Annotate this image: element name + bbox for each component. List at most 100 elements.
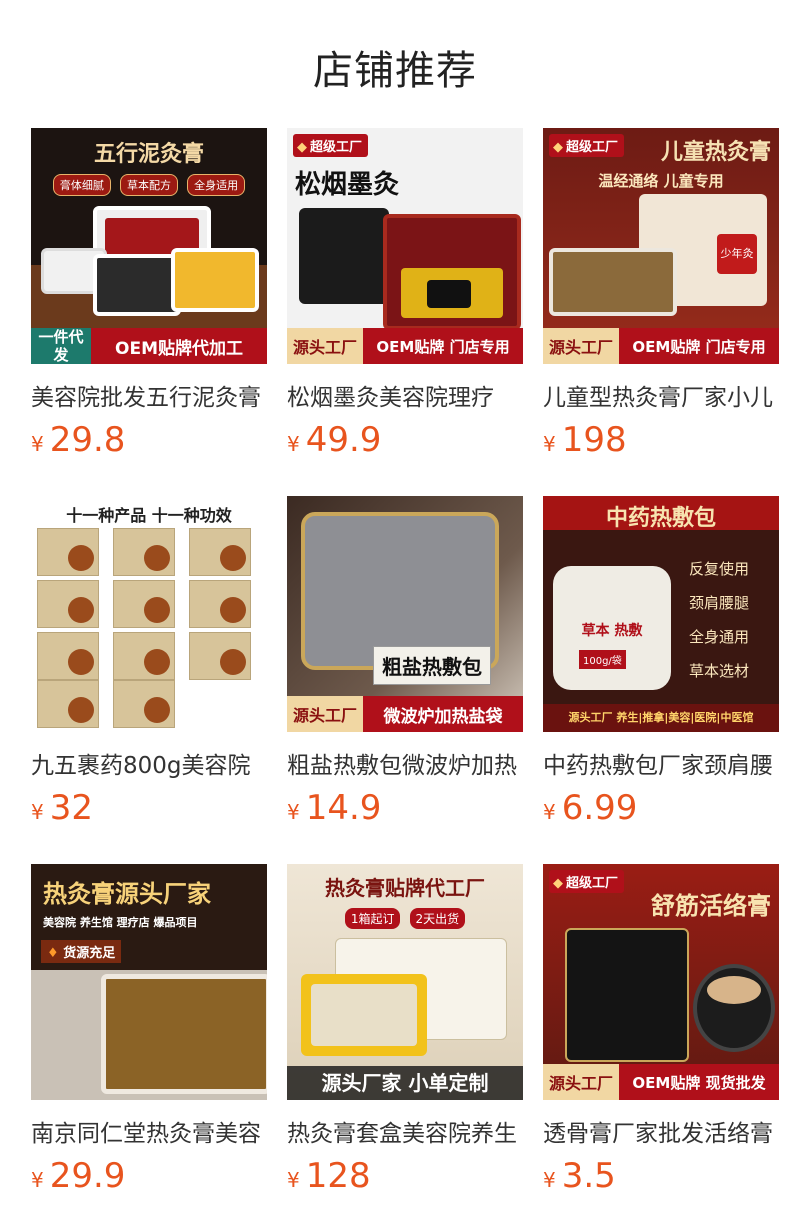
diamond-icon: ◆ [553, 876, 563, 891]
image-headline: 儿童热灸膏 [660, 139, 771, 165]
product-name[interactable]: 热灸膏套盒美容院养生 [287, 1114, 523, 1148]
image-headline: 舒筋活络膏 [651, 891, 771, 920]
product-image[interactable]: 中药热敷包 草本 热敷 100g/袋 反复使用 颈肩腰腿 全身通用 草本选材 源… [543, 496, 779, 732]
currency-symbol: ¥ [287, 1168, 300, 1192]
product-card[interactable]: 粗盐热敷包 源头工厂 微波炉加热盐袋 粗盐热敷包微波炉加热 ¥14.9 [287, 496, 523, 828]
price-value: 128 [305, 1156, 371, 1196]
herb-bag-illustration: 草本 热敷 100g/袋 [553, 566, 671, 690]
image-banner-text: OEM贴牌代加工 [91, 328, 267, 364]
product-price: ¥14.9 [287, 788, 523, 828]
image-headline: 热灸膏源头厂家 [43, 879, 211, 908]
image-tags: 膏体细腻 草本配方 全身适用 [31, 174, 267, 196]
image-banner: 源头工厂 OEM贴牌 门店专用 [287, 328, 523, 364]
image-headline: 热灸膏贴牌代工厂 [325, 876, 485, 900]
product-image[interactable]: 十一种产品 十一种功效 [31, 496, 267, 732]
product-name[interactable]: 中药热敷包厂家颈肩腰 [543, 746, 779, 780]
paste-tray-illustration [101, 974, 267, 1094]
product-card[interactable]: ◆ 超级工厂 儿童热灸膏 温经通络 儿童专用 少年灸 源头工厂 OEM贴牌 门店专… [543, 128, 779, 460]
diamond-icon: ◆ [297, 140, 307, 155]
product-name[interactable]: 粗盐热敷包微波炉加热 [287, 746, 523, 780]
product-price: ¥29.8 [31, 420, 267, 460]
image-tag: ♦ 货源充足 [41, 940, 122, 963]
product-card[interactable]: 热灸膏贴牌代工厂 1箱起订 2天出货 源头厂家 小单定制 热灸膏套盒美容院养生 … [287, 864, 523, 1196]
image-corner-badge: 一件代发 [31, 328, 91, 364]
image-headline: 中药热敷包 [605, 505, 716, 531]
product-name[interactable]: 美容院批发五行泥灸膏 [31, 378, 267, 412]
image-banner: 源头工厂 OEM贴牌 现货批发 [543, 1064, 779, 1100]
product-card[interactable]: ◆ 超级工厂 舒筋活络膏 源头工厂 OEM贴牌 现货批发 透骨膏厂家批发活络膏 ¥… [543, 864, 779, 1196]
price-value: 32 [49, 788, 93, 828]
price-value: 29.8 [49, 420, 126, 460]
tray-illustration [301, 974, 427, 1056]
currency-symbol: ¥ [287, 800, 300, 824]
image-banner-right: 微波炉加热盐袋 [363, 696, 523, 732]
product-image[interactable]: 粗盐热敷包 源头工厂 微波炉加热盐袋 [287, 496, 523, 732]
diamond-icon: ◆ [553, 140, 563, 155]
currency-symbol: ¥ [31, 800, 44, 824]
image-banner-left: 源头工厂 [543, 328, 620, 364]
super-factory-badge: ◆ 超级工厂 [293, 134, 369, 157]
image-banner-left: 源头工厂 [543, 1064, 620, 1100]
product-price: ¥29.9 [31, 1156, 267, 1196]
jar-illustration [693, 964, 775, 1052]
image-banner: 源头工厂 OEM贴牌 门店专用 [543, 328, 779, 364]
price-value: 14.9 [305, 788, 382, 828]
image-headline: 松烟墨灸 [295, 170, 400, 200]
store-recommendation-page: 店铺推荐 五行泥灸膏 膏体细腻 草本配方 全身适用 一件代发 OEM贴牌代加工 … [0, 0, 790, 1232]
currency-symbol: ¥ [543, 800, 556, 824]
feature-item: 颈肩腰腿 [689, 594, 750, 612]
image-tags: 1箱起订 2天出货 [287, 908, 523, 929]
image-overlay-text: 粗盐热敷包 [373, 646, 491, 685]
image-banner: 源头工厂 微波炉加热盐袋 [287, 696, 523, 732]
currency-symbol: ¥ [31, 1168, 44, 1192]
image-banner-left: 源头工厂 [287, 328, 364, 364]
super-factory-label: 超级工厂 [566, 876, 619, 891]
currency-symbol: ¥ [543, 1168, 556, 1192]
image-banner-right: OEM贴牌 门店专用 [363, 328, 523, 364]
product-price: ¥6.99 [543, 788, 779, 828]
ink-block-illustration [299, 208, 389, 304]
image-headline: 十一种产品 十一种功效 [66, 506, 232, 525]
product-name[interactable]: 九五裹药800g美容院 [31, 746, 267, 780]
box-label: 少年灸 [717, 234, 757, 274]
product-name[interactable]: 透骨膏厂家批发活络膏 [543, 1114, 779, 1148]
image-tag: 全身适用 [187, 174, 246, 196]
product-card[interactable]: 五行泥灸膏 膏体细腻 草本配方 全身适用 一件代发 OEM贴牌代加工 美容院批发… [31, 128, 267, 460]
product-card[interactable]: 十一种产品 十一种功效 九五裹药800g美容院 ¥32 [31, 496, 267, 828]
tin-illustration [93, 254, 181, 316]
product-box-illustration [565, 928, 689, 1062]
product-image[interactable]: ◆ 超级工厂 舒筋活络膏 源头工厂 OEM贴牌 现货批发 [543, 864, 779, 1100]
paste-tray-illustration [549, 248, 677, 316]
image-banner-right: OEM贴牌 现货批发 [619, 1064, 779, 1100]
product-name[interactable]: 儿童型热灸膏厂家小儿 [543, 378, 779, 412]
price-value: 6.99 [561, 788, 638, 828]
tin-illustration [171, 248, 259, 312]
product-image[interactable]: 热灸膏源头厂家 美容院 养生馆 理疗店 爆品项目 ♦ 货源充足 [31, 864, 267, 1100]
product-card[interactable]: ◆ 超级工厂 松烟墨灸 源头工厂 OEM贴牌 门店专用 松烟墨灸美容院理疗 ¥49… [287, 128, 523, 460]
image-banner: 源头厂家 小单定制 [287, 1066, 523, 1100]
feature-item: 全身通用 [689, 628, 750, 646]
image-tag-label: 货源充足 [63, 946, 116, 961]
product-price: ¥198 [543, 420, 779, 460]
product-image[interactable]: ◆ 超级工厂 儿童热灸膏 温经通络 儿童专用 少年灸 源头工厂 OEM贴牌 门店专… [543, 128, 779, 364]
product-image[interactable]: 热灸膏贴牌代工厂 1箱起订 2天出货 源头厂家 小单定制 [287, 864, 523, 1100]
image-banner: 源头工厂 养生|推拿|美容|医院|中医馆 [543, 704, 779, 732]
product-name[interactable]: 南京同仁堂热灸膏美容 [31, 1114, 267, 1148]
image-banner-right: OEM贴牌 门店专用 [619, 328, 779, 364]
product-card[interactable]: 热灸膏源头厂家 美容院 养生馆 理疗店 爆品项目 ♦ 货源充足 南京同仁堂热灸膏… [31, 864, 267, 1196]
image-tag: 草本配方 [120, 174, 178, 196]
price-value: 29.9 [49, 1156, 126, 1196]
gift-box-illustration [383, 214, 521, 330]
price-value: 49.9 [305, 420, 382, 460]
price-value: 198 [561, 420, 627, 460]
currency-symbol: ¥ [31, 432, 44, 456]
super-factory-badge: ◆ 超级工厂 [549, 870, 625, 893]
bag-text: 草本 热敷 [581, 623, 643, 639]
product-image[interactable]: ◆ 超级工厂 松烟墨灸 源头工厂 OEM贴牌 门店专用 [287, 128, 523, 364]
image-headline: 五行泥灸膏 [93, 141, 204, 167]
product-card[interactable]: 中药热敷包 草本 热敷 100g/袋 反复使用 颈肩腰腿 全身通用 草本选材 源… [543, 496, 779, 828]
product-price: ¥32 [31, 788, 267, 828]
currency-symbol: ¥ [287, 432, 300, 456]
product-name[interactable]: 松烟墨灸美容院理疗 [287, 378, 523, 412]
product-image[interactable]: 五行泥灸膏 膏体细腻 草本配方 全身适用 一件代发 OEM贴牌代加工 [31, 128, 267, 364]
